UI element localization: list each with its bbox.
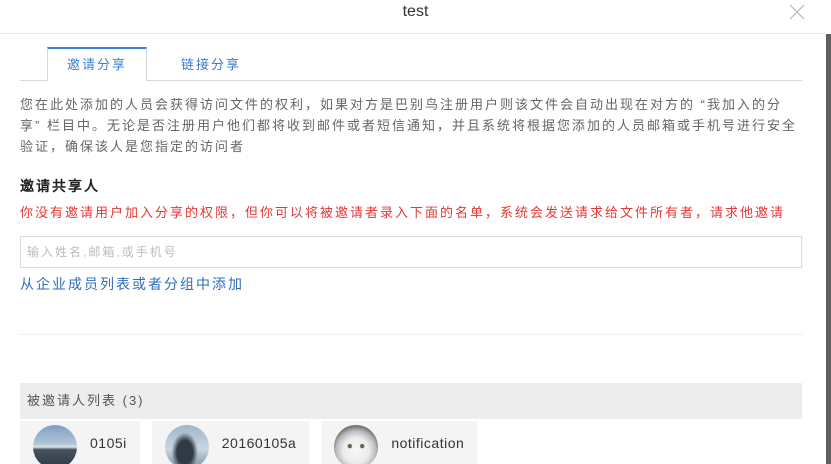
invitee-item: notification bbox=[321, 421, 478, 464]
invitee-list-header: 被邀请人列表 (3) bbox=[20, 383, 802, 419]
scrollbar[interactable] bbox=[826, 34, 831, 464]
add-from-org-link[interactable]: 从企业成员列表或者分组中添加 bbox=[20, 275, 244, 293]
invitee-avatar bbox=[164, 425, 209, 464]
close-button[interactable] bbox=[788, 3, 806, 21]
tab-link-share[interactable]: 链接分享 bbox=[176, 47, 246, 81]
invitee-avatar bbox=[334, 425, 379, 464]
invitee-name: 0105i bbox=[90, 435, 127, 451]
header-divider bbox=[0, 33, 826, 34]
section-divider bbox=[20, 334, 802, 335]
invite-heading: 邀请共享人 bbox=[20, 178, 100, 194]
invitee-name: 20160105a bbox=[221, 435, 297, 451]
tab-bar: 邀请分享 链接分享 bbox=[20, 47, 802, 81]
share-description: 您在此处添加的人员会获得访问文件的权利，如果对方是巴别鸟注册用户则该文件会自动出… bbox=[20, 97, 797, 154]
dialog-title: test bbox=[402, 3, 429, 20]
invitee-list: 0105i 20160105a notification bbox=[20, 421, 802, 464]
invitee-name: notification bbox=[391, 435, 465, 451]
invitee-search-input[interactable] bbox=[20, 236, 802, 268]
invitee-avatar bbox=[33, 425, 77, 464]
permission-warning: 你没有邀请用户加入分享的权限，但你可以将被邀请者录入下面的名单，系统会发送请求给… bbox=[20, 205, 786, 220]
close-icon[interactable] bbox=[788, 3, 806, 21]
invitee-item: 0105i bbox=[20, 421, 140, 464]
invitee-item: 20160105a bbox=[151, 421, 310, 464]
tab-invite-share[interactable]: 邀请分享 bbox=[47, 47, 147, 81]
share-dialog: test 邀请分享 链接分享 您在此处添加的人员会获得访问文件的权利，如果对方是… bbox=[0, 0, 831, 464]
